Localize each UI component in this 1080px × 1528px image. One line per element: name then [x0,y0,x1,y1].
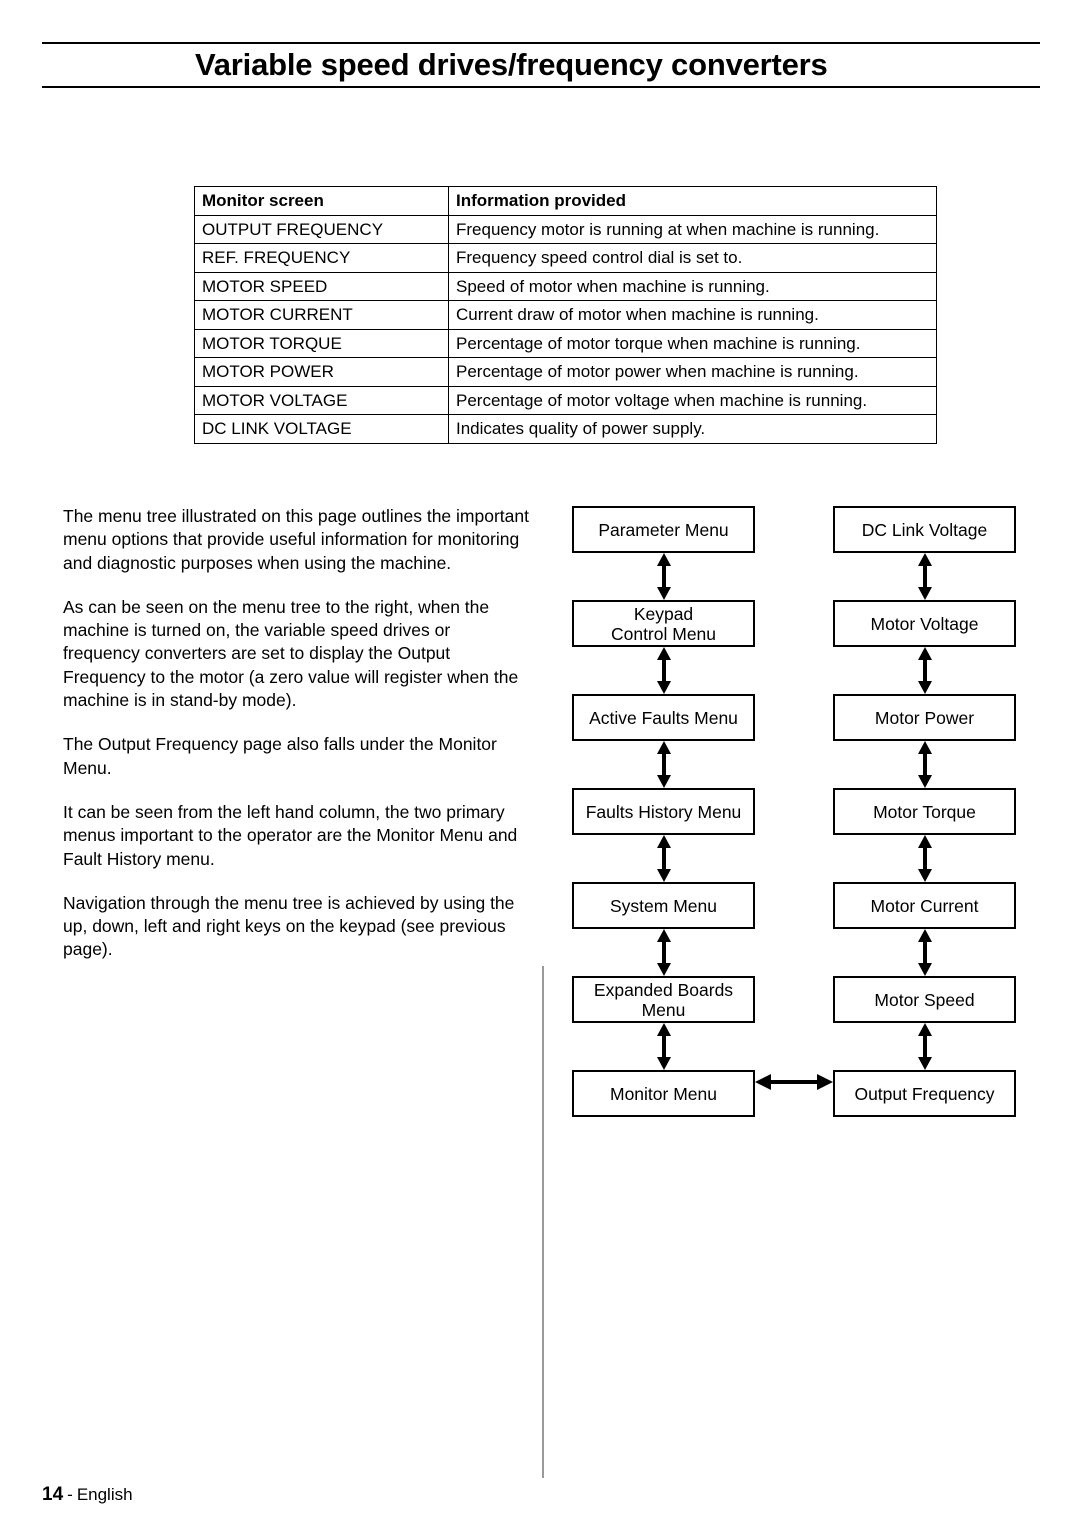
body-copy: The menu tree illustrated on this page o… [63,505,531,983]
menu-node-label: Keypad Control Menu [610,603,717,644]
menu-node-label: Motor Current [870,895,979,916]
menu-node-label: Expanded Boards Menu [593,979,734,1020]
table-row: MOTOR CURRENT Current draw of motor when… [194,300,937,330]
menu-node-label: Monitor Menu [610,1083,717,1104]
page-footer: 14- English [42,1484,133,1506]
table-row: MOTOR TORQUE Percentage of motor torque … [194,328,937,358]
double-arrow-vertical-icon [917,835,932,882]
menu-node-motor-voltage[interactable]: Motor Voltage [833,600,1016,647]
table-row: REF. FREQUENCY Frequency speed control d… [194,243,937,273]
table-cell-info: Percentage of motor torque when machine … [448,328,937,358]
double-arrow-vertical-icon [917,1023,932,1070]
menu-node-keypad-control-menu[interactable]: Keypad Control Menu [572,600,755,647]
table-cell-info: Percentage of motor power when machine i… [448,357,937,387]
menu-node-active-faults-menu[interactable]: Active Faults Menu [572,694,755,741]
paragraph: As can be seen on the menu tree to the r… [63,596,519,711]
menu-node-motor-speed[interactable]: Motor Speed [833,976,1016,1023]
menu-node-label: System Menu [610,895,717,916]
double-arrow-vertical-icon [656,835,671,882]
header-rule-bottom [42,86,1040,88]
connector-gap [572,835,755,882]
connector-gap [572,647,755,694]
menu-node-motor-current[interactable]: Motor Current [833,882,1016,929]
connector-gap [833,647,1016,694]
double-arrow-horizontal-icon [755,1074,833,1090]
connector-gap [833,553,1016,600]
connector-gap [572,741,755,788]
paragraph: It can be seen from the left hand column… [63,801,518,869]
table-cell-screen: MOTOR TORQUE [194,328,449,358]
menu-node-label: Output Frequency [854,1083,995,1104]
menu-node-dc-link-voltage[interactable]: DC Link Voltage [833,506,1016,553]
menu-node-label: Motor Voltage [870,613,979,634]
double-arrow-vertical-icon [656,553,671,600]
connector-gap [833,835,1016,882]
menu-node-expanded-boards-menu[interactable]: Expanded Boards Menu [572,976,755,1023]
menu-node-motor-power[interactable]: Motor Power [833,694,1016,741]
connector-gap [572,1023,755,1070]
double-arrow-vertical-icon [917,553,932,600]
monitor-screen-table: Monitor screen Information provided OUTP… [194,186,937,444]
page-header: Variable speed drives/frequency converte… [42,42,1040,88]
table-cell-screen: MOTOR VOLTAGE [194,385,449,415]
footer-separator: - [67,1485,73,1504]
menu-node-label: Parameter Menu [598,519,729,540]
table-cell-screen: DC LINK VOLTAGE [194,414,449,444]
connector-gap [572,929,755,976]
double-arrow-vertical-icon [656,741,671,788]
table-cell-screen: MOTOR POWER [194,357,449,387]
menu-node-label: Motor Power [874,707,975,728]
menu-node-system-menu[interactable]: System Menu [572,882,755,929]
footer-language: English [76,1485,133,1504]
menu-node-output-frequency[interactable]: Output Frequency [833,1070,1016,1117]
menu-tree-left-column: Parameter Menu Keypad Control Menu Activ… [572,506,755,1117]
menu-node-faults-history-menu[interactable]: Faults History Menu [572,788,755,835]
table-cell-info: Speed of motor when machine is running. [448,271,937,301]
paragraph: The menu tree illustrated on this page o… [63,506,529,573]
table-cell-info: Frequency motor is running at when machi… [448,214,937,244]
table-row: MOTOR SPEED Speed of motor when machine … [194,271,937,301]
paragraph: The Output Frequency page also falls und… [63,734,497,778]
menu-node-monitor-menu[interactable]: Monitor Menu [572,1070,755,1117]
menu-tree-right-column: DC Link Voltage Motor Voltage Motor Powe… [833,506,1016,1117]
table-cell-screen: MOTOR SPEED [194,271,449,301]
connector-gap [833,929,1016,976]
table-row: MOTOR POWER Percentage of motor power wh… [194,357,937,387]
connector-gap [833,741,1016,788]
table-cell-info: Indicates quality of power supply. [448,414,937,444]
double-arrow-vertical-icon [656,1023,671,1070]
column-divider [542,966,544,1478]
double-arrow-vertical-icon [917,929,932,976]
table-cell-screen: REF. FREQUENCY [194,243,449,273]
double-arrow-vertical-icon [917,741,932,788]
table-header-monitor-screen: Monitor screen [194,186,449,216]
table-cell-info: Percentage of motor voltage when machine… [448,385,937,415]
menu-node-label: DC Link Voltage [861,519,988,540]
table-cell-screen: OUTPUT FREQUENCY [194,214,449,244]
paragraph: Navigation through the menu tree is achi… [63,892,515,960]
table-row: MOTOR VOLTAGE Percentage of motor voltag… [194,385,937,415]
table-row: OUTPUT FREQUENCY Frequency motor is runn… [194,214,937,244]
connector-gap [572,553,755,600]
table-cell-info: Frequency speed control dial is set to. [448,243,937,273]
footer-page-number: 14 [42,1484,64,1505]
table-cell-screen: MOTOR CURRENT [194,300,449,330]
menu-node-label: Motor Speed [874,989,975,1010]
table-header-row: Monitor screen Information provided [194,186,937,216]
table-header-information-provided: Information provided [448,186,937,216]
double-arrow-vertical-icon [917,647,932,694]
connector-monitor-to-output [755,1068,833,1096]
connector-gap [833,1023,1016,1070]
double-arrow-vertical-icon [656,929,671,976]
table-cell-info: Current draw of motor when machine is ru… [448,300,937,330]
menu-node-parameter-menu[interactable]: Parameter Menu [572,506,755,553]
menu-node-label: Faults History Menu [585,801,742,822]
double-arrow-vertical-icon [656,647,671,694]
table-row: DC LINK VOLTAGE Indicates quality of pow… [194,414,937,444]
menu-node-motor-torque[interactable]: Motor Torque [833,788,1016,835]
page-title: Variable speed drives/frequency converte… [195,47,828,82]
menu-node-label: Active Faults Menu [589,707,738,728]
menu-node-label: Motor Torque [873,801,976,822]
